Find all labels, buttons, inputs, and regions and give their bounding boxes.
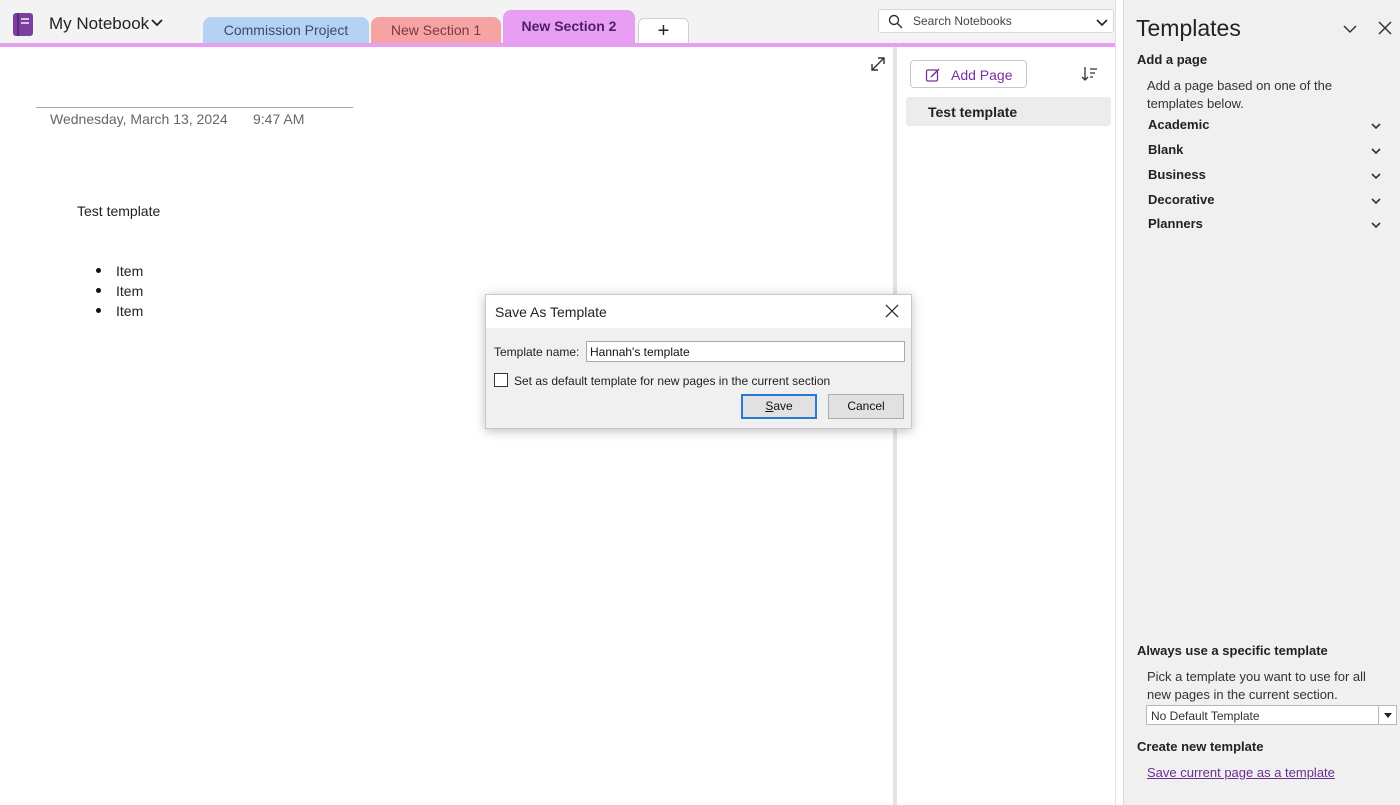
page-title-line[interactable] bbox=[36, 107, 353, 108]
template-name-label: Template name: bbox=[494, 345, 580, 359]
new-page-icon bbox=[925, 68, 940, 82]
page-time: 9:47 AM bbox=[253, 111, 305, 127]
chevron-down-icon[interactable] bbox=[1342, 21, 1358, 37]
save-as-template-dialog: Save As Template Template name: Set as d… bbox=[485, 294, 912, 429]
sort-icon[interactable] bbox=[1080, 65, 1098, 83]
category-academic[interactable]: Academic bbox=[1148, 115, 1393, 137]
chevron-down-icon[interactable] bbox=[1096, 16, 1108, 28]
category-label: Business bbox=[1148, 167, 1206, 182]
close-icon[interactable] bbox=[1377, 20, 1393, 36]
create-template-heading: Create new template bbox=[1137, 739, 1264, 754]
chevron-down-icon bbox=[1371, 173, 1381, 180]
template-name-input[interactable] bbox=[586, 341, 905, 362]
list-item[interactable]: Item bbox=[96, 301, 143, 321]
notebook-name[interactable]: My Notebook bbox=[49, 14, 149, 34]
top-bar: My Notebook Commission Project New Secti… bbox=[0, 0, 1122, 44]
always-use-heading: Always use a specific template bbox=[1137, 643, 1328, 658]
dialog-titlebar[interactable]: Save As Template bbox=[486, 295, 911, 328]
page-date: Wednesday, March 13, 2024 bbox=[50, 111, 228, 127]
chevron-down-icon[interactable] bbox=[150, 16, 164, 30]
page-list-item-label: Test template bbox=[928, 104, 1018, 120]
search-icon bbox=[888, 14, 903, 29]
default-template-checkbox[interactable] bbox=[494, 373, 508, 387]
category-label: Academic bbox=[1148, 117, 1210, 132]
add-page-button[interactable]: Add Page bbox=[910, 60, 1027, 88]
cancel-button[interactable]: Cancel bbox=[828, 394, 904, 419]
add-section-button[interactable]: + bbox=[638, 18, 689, 44]
bullet-list[interactable]: Item Item Item bbox=[96, 261, 143, 321]
category-label: Blank bbox=[1148, 142, 1184, 157]
default-template-value: No Default Template bbox=[1151, 709, 1260, 723]
save-button-label: ave bbox=[773, 399, 793, 413]
panel-separator bbox=[1115, 0, 1123, 805]
dropdown-arrow-icon[interactable] bbox=[1378, 706, 1396, 724]
page-list-item[interactable]: Test template bbox=[906, 97, 1111, 126]
tab-commission-project[interactable]: Commission Project bbox=[203, 17, 369, 44]
add-page-heading: Add a page bbox=[1137, 52, 1208, 67]
category-blank[interactable]: Blank bbox=[1148, 140, 1393, 162]
add-page-description: Add a page based on one of the templates… bbox=[1147, 78, 1333, 111]
list-item[interactable]: Item bbox=[96, 281, 143, 301]
tab-new-section-1[interactable]: New Section 1 bbox=[371, 17, 501, 44]
category-decorative[interactable]: Decorative bbox=[1148, 190, 1393, 212]
add-page-label: Add Page bbox=[951, 67, 1013, 83]
pages-pane bbox=[897, 47, 1115, 805]
notebook-icon[interactable] bbox=[13, 13, 33, 36]
chevron-down-icon bbox=[1371, 123, 1381, 130]
save-button[interactable]: Save bbox=[741, 394, 817, 419]
chevron-down-icon bbox=[1371, 198, 1381, 205]
chevron-down-icon bbox=[1371, 222, 1381, 229]
expand-icon[interactable] bbox=[869, 55, 887, 73]
dialog-title: Save As Template bbox=[495, 304, 607, 320]
default-template-select[interactable]: No Default Template bbox=[1146, 705, 1397, 725]
search-notebooks-box[interactable]: Search Notebooks bbox=[878, 9, 1114, 33]
list-item[interactable]: Item bbox=[96, 261, 143, 281]
category-planners[interactable]: Planners bbox=[1148, 214, 1393, 236]
save-page-as-template-link[interactable]: Save current page as a template bbox=[1147, 765, 1335, 780]
category-label: Planners bbox=[1148, 216, 1203, 231]
category-label: Decorative bbox=[1148, 192, 1215, 207]
templates-title: Templates bbox=[1136, 15, 1241, 41]
always-use-description: Pick a template you want to use for all … bbox=[1147, 669, 1366, 702]
close-icon[interactable] bbox=[885, 304, 899, 318]
templates-panel: Templates Add a page Add a page based on… bbox=[1123, 0, 1400, 805]
default-template-checkbox-label[interactable]: Set as default template for new pages in… bbox=[514, 374, 830, 388]
tab-new-section-2[interactable]: New Section 2 bbox=[503, 10, 635, 44]
onenote-window: My Notebook Commission Project New Secti… bbox=[0, 0, 1400, 805]
category-business[interactable]: Business bbox=[1148, 165, 1393, 187]
search-placeholder: Search Notebooks bbox=[913, 14, 1012, 28]
chevron-down-icon bbox=[1371, 148, 1381, 155]
page-body-text[interactable]: Test template bbox=[77, 203, 160, 219]
